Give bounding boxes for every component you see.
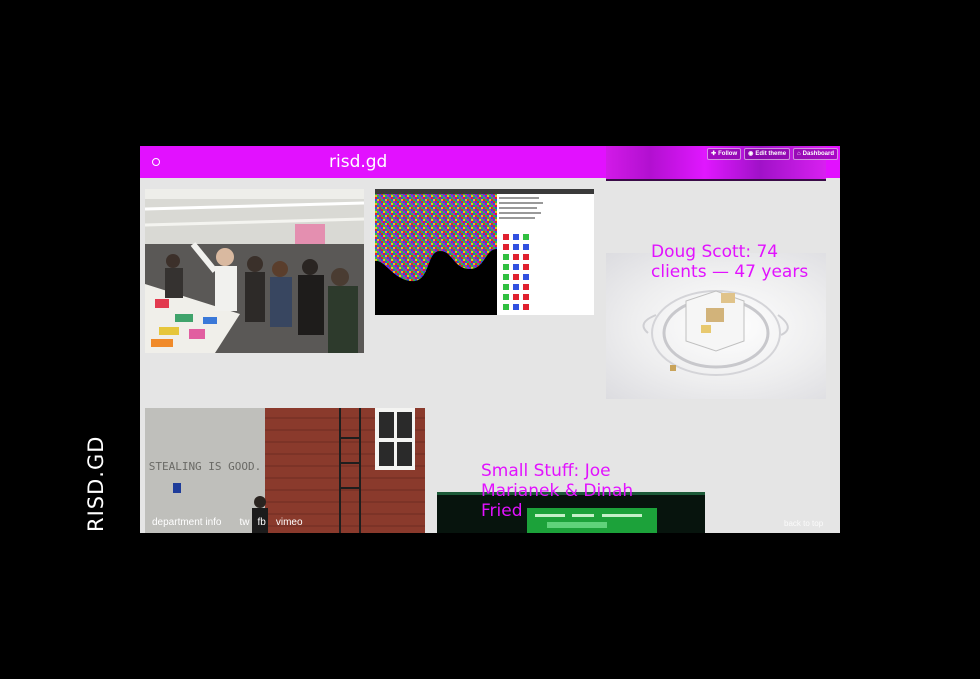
site-title[interactable]: risd.gd <box>329 152 387 172</box>
footer-link-twitter[interactable]: tw <box>240 517 250 529</box>
eye-icon: ◉ <box>748 151 754 157</box>
post-title-small-stuff[interactable]: Small Stuff: Joe Marianek & Dinah Fried <box>481 461 641 521</box>
plus-icon: ✚ <box>711 151 717 157</box>
menu-circle-icon[interactable] <box>152 158 160 166</box>
post-title-doug-scott[interactable]: Doug Scott: 74 clients — 47 years <box>651 242 811 282</box>
footer-link-vimeo[interactable]: vimeo <box>276 517 303 529</box>
mural-text: STEALING IS GOOD. <box>149 460 262 473</box>
tumblr-controls: ✚ Follow ◉ Edit theme ⌂ Dashboard <box>707 148 838 160</box>
dashboard-label: Dashboard <box>802 151 834 157</box>
color-grid-screenshot <box>375 189 594 315</box>
top-bar: risd.gd ✚ Follow ◉ Edit theme ⌂ Dashboar… <box>140 146 840 181</box>
footer-links: department info tw fb vimeo <box>152 517 303 529</box>
home-icon: ⌂ <box>797 151 801 157</box>
footer-link-department-info[interactable]: department info <box>152 517 222 529</box>
post-image-color-grid[interactable] <box>375 189 594 315</box>
back-to-top-link[interactable]: back to top <box>784 519 823 528</box>
edit-theme-label: Edit theme <box>755 151 787 157</box>
post-image-mural[interactable]: STEALING IS GOOD. <box>145 408 425 533</box>
site-brand-vertical[interactable]: RISD.GD <box>83 422 109 532</box>
critique-photo <box>145 189 364 353</box>
edit-theme-button[interactable]: ◉ Edit theme <box>744 148 791 160</box>
follow-button[interactable]: ✚ Follow <box>707 148 742 160</box>
follow-label: Follow <box>718 151 738 157</box>
dashboard-button[interactable]: ⌂ Dashboard <box>793 148 838 160</box>
post-image-critique[interactable] <box>145 189 364 353</box>
site-viewport: risd.gd ✚ Follow ◉ Edit theme ⌂ Dashboar… <box>140 146 840 533</box>
stealing-is-good-mural-photo: STEALING IS GOOD. <box>145 408 425 533</box>
footer-link-facebook[interactable]: fb <box>258 517 266 529</box>
